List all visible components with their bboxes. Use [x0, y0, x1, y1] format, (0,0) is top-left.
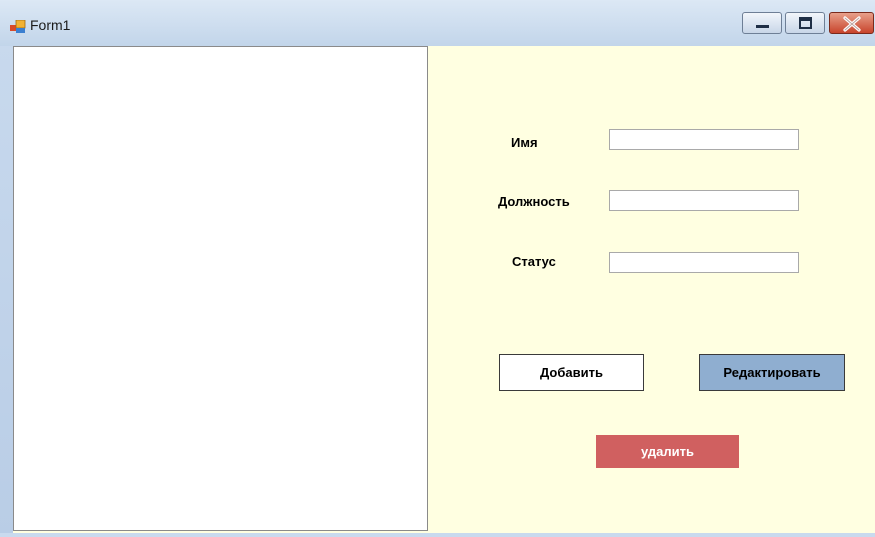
add-button[interactable]: Добавить [499, 354, 644, 391]
title-bar[interactable]: Form1 [0, 0, 875, 46]
maximize-button[interactable] [785, 12, 825, 34]
edit-button[interactable]: Редактировать [699, 354, 845, 391]
minimize-icon [756, 25, 769, 28]
maximize-icon [799, 17, 812, 29]
position-input[interactable] [609, 190, 799, 211]
form-client-area: Имя Должность Статус Добавить Редактиров… [13, 46, 875, 533]
delete-button[interactable]: удалить [596, 435, 739, 468]
name-label: Имя [511, 135, 538, 150]
app-icon [10, 20, 26, 33]
window-title: Form1 [30, 17, 71, 33]
window-bottom-border [0, 533, 875, 537]
position-label: Должность [498, 194, 570, 209]
name-input[interactable] [609, 129, 799, 150]
close-button[interactable] [829, 12, 874, 34]
status-label: Статус [512, 254, 556, 269]
close-icon [843, 16, 861, 32]
minimize-button[interactable] [742, 12, 782, 34]
employee-list[interactable] [13, 46, 428, 531]
app-window: Form1 Имя Должность Статус Добавить Реда… [0, 0, 875, 537]
status-input[interactable] [609, 252, 799, 273]
